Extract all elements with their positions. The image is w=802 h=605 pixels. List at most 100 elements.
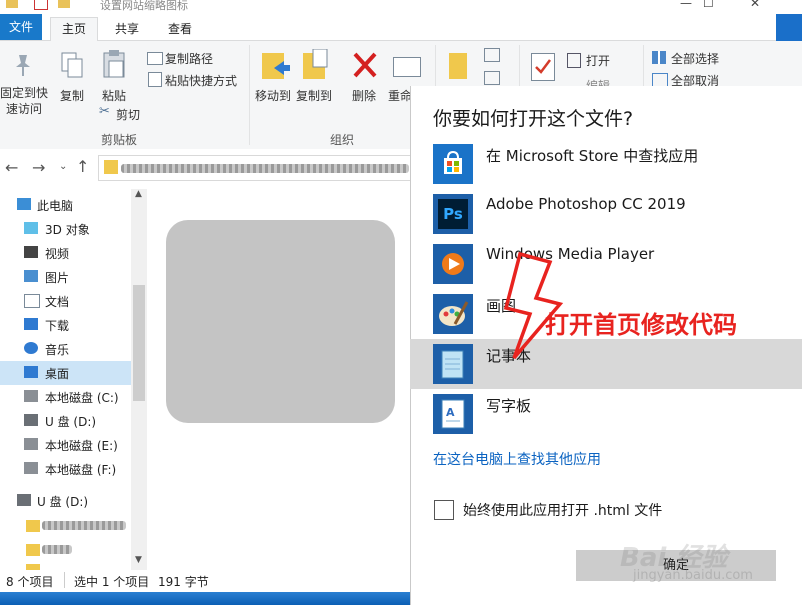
nav-scroll-thumb[interactable]	[133, 285, 145, 401]
minimize-button[interactable]: —	[680, 0, 692, 10]
watermark-url: jingyan.baidu.com	[633, 568, 753, 583]
easy-access-icon[interactable]	[484, 71, 500, 85]
paste-button[interactable]: 粘贴	[99, 87, 129, 104]
checkmark-icon[interactable]	[34, 0, 48, 10]
drive-icon	[24, 390, 38, 402]
properties-icon	[531, 53, 555, 81]
desktop-icon	[24, 366, 38, 378]
3d-objects-icon	[24, 222, 38, 234]
copy-path-button[interactable]: 复制路径	[165, 50, 213, 67]
delete-icon	[352, 51, 378, 79]
select-all-button[interactable]: 全部选择	[671, 50, 719, 67]
nav-item-label: 音乐	[45, 343, 70, 357]
notepad-icon	[433, 344, 473, 384]
status-bar: 8 个项目 选中 1 个项目 191 字节	[0, 570, 410, 592]
nav-item[interactable]: 3D 对象	[0, 217, 130, 241]
store-icon	[433, 144, 473, 184]
scroll-up-icon[interactable]: ▲	[135, 189, 142, 199]
paint-icon	[433, 294, 473, 334]
usb-drive-icon	[24, 414, 38, 426]
folder-icon	[104, 160, 118, 174]
tab-share[interactable]: 共享	[115, 20, 139, 37]
rename-icon	[393, 57, 421, 77]
selected-size: 191 字节	[158, 575, 209, 589]
copy-to-button[interactable]: 复制到	[293, 87, 335, 104]
paste-shortcut-button[interactable]: 粘贴快捷方式	[165, 72, 237, 89]
tab-file[interactable]: 文件	[0, 14, 42, 40]
ribbon-divider	[249, 45, 250, 145]
nav-item[interactable]: 下载	[0, 313, 130, 337]
file-thumbnail[interactable]	[166, 220, 395, 423]
svg-text:A: A	[446, 406, 455, 419]
tab-view[interactable]: 查看	[168, 20, 192, 37]
nav-item[interactable]: 本地磁盘 (E:)	[0, 433, 130, 457]
move-to-button[interactable]: 移动到	[252, 87, 294, 104]
copy-button[interactable]: 复制	[58, 87, 86, 104]
select-all-icon	[652, 51, 666, 64]
app-name: 写字板	[486, 397, 532, 415]
more-apps-link[interactable]: 在这台电脑上查找其他应用	[433, 449, 601, 469]
tab-home[interactable]: 主页	[50, 17, 98, 42]
app-option-store[interactable]: 在 Microsoft Store 中查找应用	[410, 139, 802, 189]
usb-drive-icon	[17, 494, 31, 506]
app-name: Adobe Photoshop CC 2019	[486, 195, 686, 213]
nav-item[interactable]: 桌面	[0, 361, 131, 385]
open-icon	[567, 53, 581, 68]
window-title: 设置网站缩略图标	[100, 0, 188, 12]
paste-shortcut-icon	[148, 72, 162, 87]
redacted-folder-name	[42, 521, 126, 530]
photoshop-icon: Ps	[433, 194, 473, 234]
nav-item[interactable]: 视频	[0, 241, 130, 265]
redacted-path	[121, 164, 409, 173]
nav-item-label: 下载	[45, 319, 70, 333]
app-option-photoshop[interactable]: Ps Adobe Photoshop CC 2019	[410, 189, 802, 239]
pin-quick-access-button[interactable]: 固定到快 速访问	[0, 85, 48, 117]
delete-button[interactable]: 删除	[348, 87, 380, 104]
cut-button[interactable]: 剪切	[116, 106, 140, 123]
nav-item[interactable]: U 盘 (D:)	[0, 489, 130, 513]
back-arrow-icon[interactable]: ←	[5, 158, 18, 177]
paste-icon	[102, 49, 126, 79]
recent-dropdown-icon[interactable]: ⌄	[59, 161, 67, 172]
status-divider	[64, 572, 65, 588]
nav-item[interactable]: 文档	[0, 289, 130, 313]
copy-to-icon	[303, 48, 331, 81]
maximize-button[interactable]: ☐	[703, 0, 714, 10]
music-icon	[24, 342, 38, 354]
address-input[interactable]	[98, 155, 412, 181]
new-folder-icon[interactable]	[449, 53, 467, 79]
wordpad-icon: A	[433, 394, 473, 434]
download-icon	[24, 318, 38, 330]
nav-item[interactable]: 本地磁盘 (C:)	[0, 385, 130, 409]
new-item-icon[interactable]	[484, 48, 500, 62]
media-player-icon	[433, 244, 473, 284]
nav-item-label: 3D 对象	[45, 223, 90, 237]
nav-item-label: 桌面	[45, 367, 70, 381]
nav-item[interactable]: 图片	[0, 265, 130, 289]
forward-arrow-icon[interactable]: →	[32, 158, 45, 177]
nav-item[interactable]: U 盘 (D:)	[0, 409, 130, 433]
organize-group-label: 组织	[330, 133, 355, 147]
app-option-notepad[interactable]: 记事本	[410, 339, 802, 389]
pc-icon	[17, 198, 31, 210]
always-use-label[interactable]: 始终使用此应用打开 .html 文件	[463, 500, 662, 520]
always-use-checkbox[interactable]	[434, 500, 454, 520]
app-name: 在 Microsoft Store 中查找应用	[486, 147, 699, 165]
nav-item[interactable]: 本地磁盘 (F:)	[0, 457, 130, 481]
video-icon	[24, 246, 38, 258]
folder-icon[interactable]	[58, 0, 70, 8]
item-count: 8 个项目	[6, 575, 54, 589]
nav-item-label: 文档	[45, 295, 70, 309]
taskbar-edge	[0, 592, 410, 605]
nav-item[interactable]: 音乐	[0, 337, 130, 361]
app-option-media-player[interactable]: Windows Media Player	[410, 239, 802, 289]
close-button[interactable]: ✕	[750, 0, 760, 10]
nav-item-label: 本地磁盘 (F:)	[45, 463, 117, 477]
scroll-down-icon[interactable]: ▼	[135, 555, 142, 565]
nav-item[interactable]: 此电脑	[0, 193, 130, 217]
nav-item-label: 本地磁盘 (E:)	[45, 439, 118, 453]
open-button[interactable]: 打开	[586, 52, 610, 69]
up-arrow-icon[interactable]: ↑	[76, 157, 89, 176]
annotation-text: 打开首页修改代码	[545, 311, 737, 339]
app-option-wordpad[interactable]: A 写字板	[410, 389, 802, 439]
